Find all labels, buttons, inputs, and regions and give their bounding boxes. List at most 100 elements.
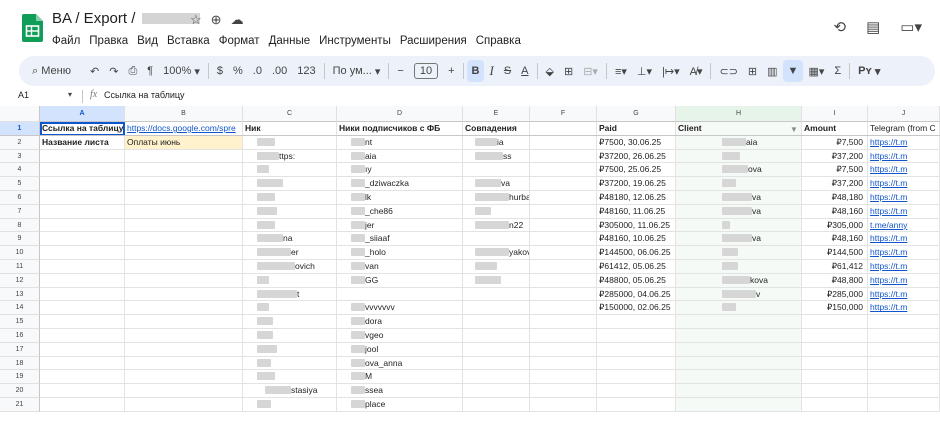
grid-cell[interactable] — [125, 232, 243, 247]
telegram-link-cell[interactable]: https://t.m — [868, 204, 940, 219]
undo-icon[interactable]: ↶ — [85, 60, 104, 82]
row-header[interactable]: 14 — [0, 301, 40, 316]
row-header[interactable]: 11 — [0, 260, 40, 274]
currency-button[interactable]: $ — [212, 60, 228, 82]
row-header[interactable]: 21 — [0, 398, 40, 412]
menu-format[interactable]: Формат — [219, 35, 260, 47]
column-title-matches[interactable]: Совпадения — [463, 122, 530, 136]
paid-cell[interactable]: ₽7500, 25.06.25 — [597, 163, 676, 178]
client-cell[interactable] — [676, 177, 802, 191]
telegram-link-cell[interactable]: https://t.m — [868, 163, 940, 178]
nick-cell[interactable] — [243, 329, 337, 343]
merge-cells-icon[interactable]: ⊟▾ — [578, 60, 603, 82]
bold-button[interactable]: B — [466, 60, 485, 82]
grid-cell[interactable] — [40, 191, 125, 205]
font-size-increase-icon[interactable]: + — [443, 60, 459, 82]
match-cell[interactable]: ia — [463, 135, 530, 150]
client-cell[interactable] — [676, 149, 802, 164]
match-cell[interactable]: n22 — [463, 218, 530, 233]
decrease-decimal-button[interactable]: .0 — [248, 60, 267, 82]
grid-cell[interactable] — [125, 315, 243, 329]
column-header-h[interactable]: H — [676, 106, 802, 122]
grid-cell[interactable] — [802, 384, 868, 398]
telegram-link-cell[interactable]: t.me/anny — [868, 218, 940, 233]
text-rotation-icon[interactable]: A̸▾ — [685, 60, 708, 82]
row-header[interactable]: 6 — [0, 191, 40, 205]
match-cell[interactable] — [463, 273, 530, 288]
amount-cell[interactable]: ₽144,500 — [802, 246, 868, 260]
insert-comment-icon[interactable]: ⊞ — [743, 60, 762, 82]
grid-cell[interactable] — [125, 260, 243, 274]
fb-nick-cell[interactable]: lk — [337, 191, 463, 205]
grid-cell[interactable] — [868, 329, 940, 343]
telegram-link-cell[interactable]: https://t.m — [868, 273, 940, 288]
row-header[interactable]: 9 — [0, 232, 40, 247]
grid-cell[interactable] — [40, 232, 125, 247]
grid-cell[interactable] — [802, 329, 868, 343]
match-cell[interactable]: ss — [463, 149, 530, 164]
amount-cell[interactable]: ₽7,500 — [802, 135, 868, 150]
grid-cell[interactable] — [530, 135, 597, 150]
grid-cell[interactable] — [530, 398, 597, 412]
grid-cell[interactable] — [802, 356, 868, 371]
grid-cell[interactable] — [40, 301, 125, 316]
fb-nick-cell[interactable]: van — [337, 260, 463, 274]
grid-cell[interactable] — [40, 315, 125, 329]
grid-cell[interactable] — [802, 370, 868, 385]
input-tools-button[interactable]: Рʏ ▾ — [853, 60, 885, 82]
fb-nick-cell[interactable]: _holo — [337, 246, 463, 260]
insert-link-icon[interactable]: ⊂⊃ — [714, 60, 742, 82]
amount-cell[interactable]: ₽48,160 — [802, 232, 868, 247]
match-cell[interactable] — [463, 260, 530, 274]
grid-cell[interactable] — [125, 342, 243, 357]
row-header[interactable]: 10 — [0, 246, 40, 260]
fb-nick-cell[interactable]: ıy — [337, 163, 463, 178]
paid-cell[interactable]: ₽48180, 12.06.25 — [597, 191, 676, 205]
grid-cell[interactable] — [676, 384, 802, 398]
nick-cell[interactable] — [243, 218, 337, 233]
amount-cell[interactable]: ₽305,000 — [802, 218, 868, 233]
client-cell[interactable]: va — [676, 232, 802, 247]
grid-cell[interactable] — [125, 218, 243, 233]
grid-cell[interactable] — [40, 260, 125, 274]
grid-cell[interactable] — [530, 301, 597, 316]
grid-cell[interactable] — [40, 177, 125, 191]
grid-cell[interactable] — [125, 384, 243, 398]
grid-cell[interactable] — [463, 163, 530, 178]
filter-icon[interactable]: ▼ — [782, 60, 804, 82]
document-title[interactable]: BA / Export / — [52, 10, 200, 27]
grid-cell[interactable] — [125, 398, 243, 412]
grid-cell[interactable] — [597, 398, 676, 412]
row-header[interactable]: 19 — [0, 370, 40, 385]
column-header-d[interactable]: D — [337, 106, 463, 122]
fb-nick-cell[interactable]: M — [337, 370, 463, 385]
zoom-select[interactable]: 100% ▾ — [158, 60, 205, 82]
nick-cell[interactable]: ttps: — [243, 149, 337, 164]
menu-data[interactable]: Данные — [269, 35, 311, 47]
paid-cell[interactable]: ₽7500, 30.06.25 — [597, 135, 676, 150]
italic-button[interactable]: I — [484, 60, 498, 82]
column-header-a[interactable]: A — [40, 106, 125, 122]
client-cell[interactable]: kova — [676, 273, 802, 288]
match-cell[interactable] — [463, 204, 530, 219]
nick-cell[interactable] — [243, 342, 337, 357]
menu-search-button[interactable]: ⌕ Меню — [27, 60, 85, 82]
telegram-link-cell[interactable]: https://t.m — [868, 177, 940, 191]
row-header[interactable]: 2 — [0, 135, 40, 150]
grid-cell[interactable] — [802, 398, 868, 412]
nick-cell[interactable] — [243, 356, 337, 371]
grid-cell[interactable] — [40, 149, 125, 164]
grid-cell[interactable] — [125, 246, 243, 260]
client-cell[interactable] — [676, 218, 802, 233]
frozen-row-divider[interactable] — [0, 134, 940, 136]
client-cell[interactable]: va — [676, 204, 802, 219]
grid-cell[interactable] — [868, 384, 940, 398]
nick-cell[interactable]: t — [243, 287, 337, 302]
column-title-amount[interactable]: Amount — [802, 122, 868, 136]
amount-cell[interactable]: ₽37,200 — [802, 177, 868, 191]
grid-cell[interactable] — [125, 191, 243, 205]
row-header[interactable]: 20 — [0, 384, 40, 398]
cell-b2-sheet-name[interactable]: Оплаты июнь — [125, 135, 243, 150]
telegram-link-cell[interactable]: https://t.m — [868, 301, 940, 316]
column-title-paid[interactable]: Paid — [597, 122, 676, 136]
